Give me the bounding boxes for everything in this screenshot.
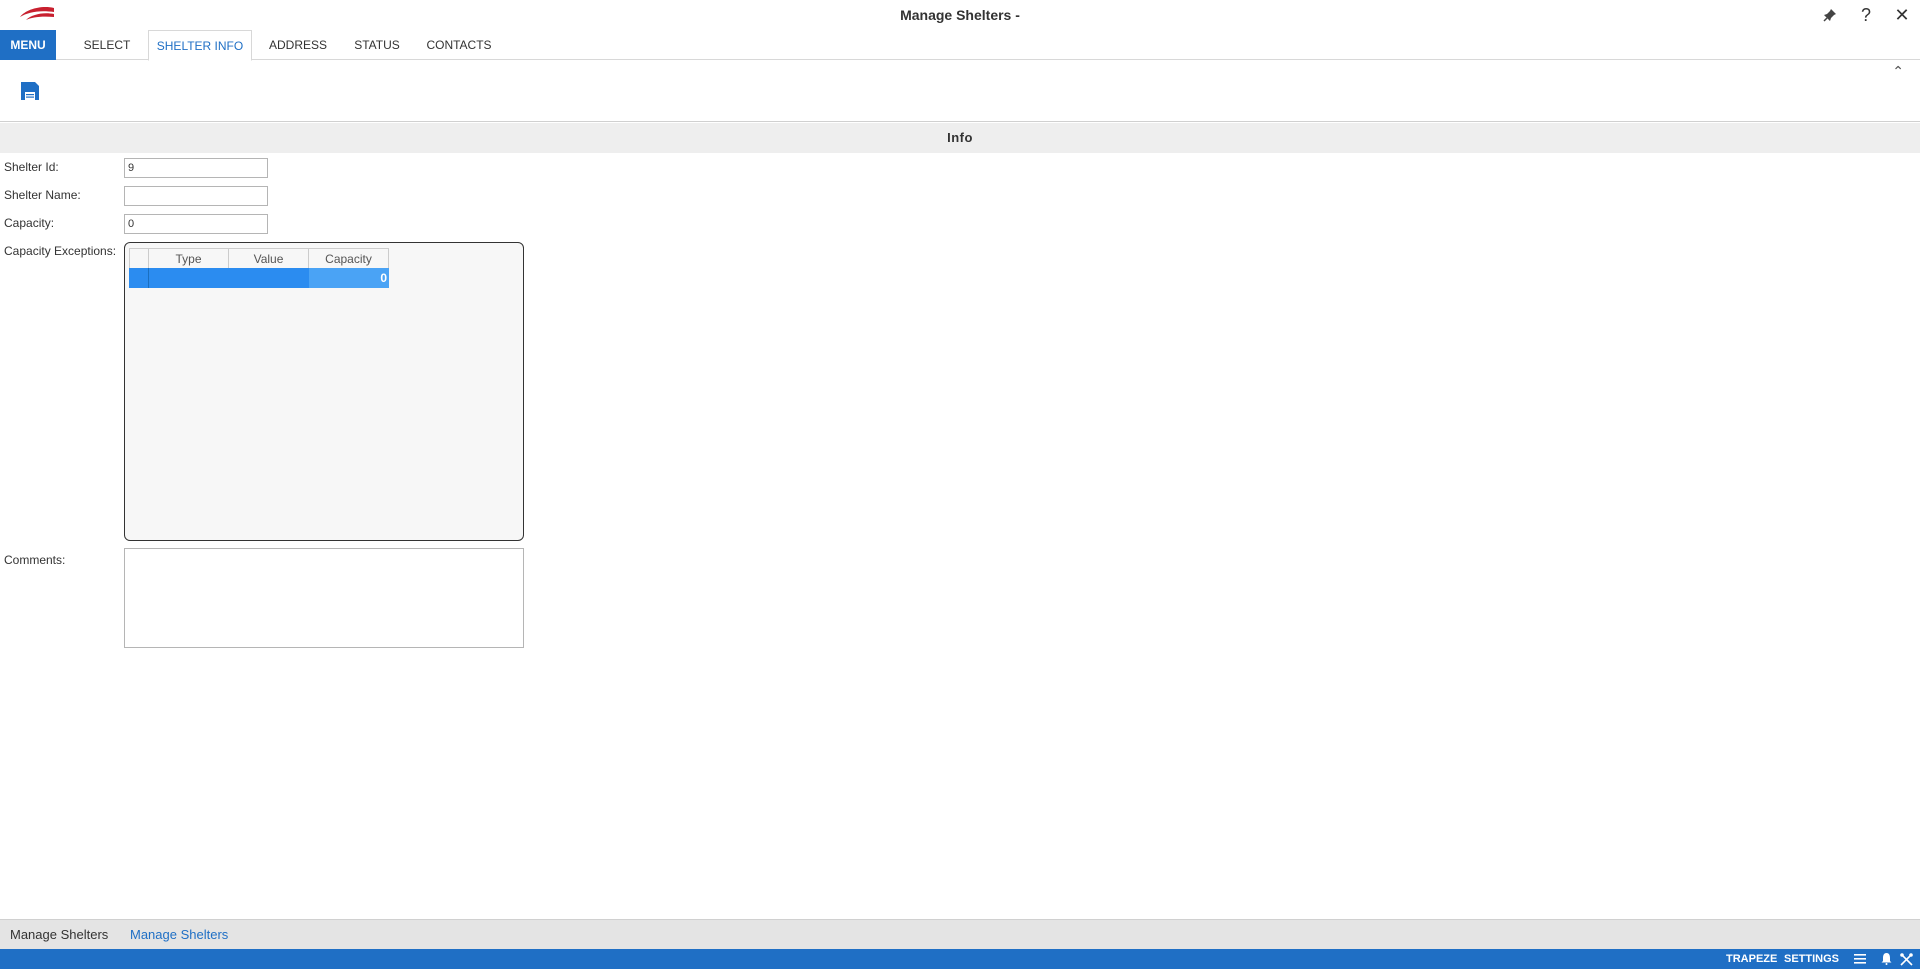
tab-address[interactable]: ADDRESS [258,30,338,60]
shelter-id-input[interactable] [124,158,268,178]
capacity-exceptions-label: Capacity Exceptions: [4,244,117,258]
toolbar: ⌃ [0,61,1920,122]
grid-header: Type Value Capacity [129,248,389,269]
comments-label: Comments: [4,553,66,567]
comments-field[interactable] [124,548,524,648]
tab-bar: MENU SELECT SHELTER INFO ADDRESS STATUS … [0,30,1920,61]
capacity-input[interactable] [124,214,268,234]
close-icon[interactable]: ✕ [1892,4,1912,26]
pin-icon[interactable] [1820,4,1840,26]
menu-button[interactable]: MENU [0,30,56,60]
settings-link[interactable]: SETTINGS [1784,949,1839,969]
shelter-id-label: Shelter Id: [4,160,59,174]
cell-value[interactable] [229,268,309,288]
bottom-tab-bar: Manage Shelters Manage Shelters [0,919,1920,949]
capacity-exceptions-grid[interactable]: Type Value Capacity 0 [124,242,524,541]
collapse-icon[interactable]: ⌃ [1892,63,1904,80]
grid-header-value[interactable]: Value [229,249,309,269]
bottom-tab-manage-shelters-2[interactable]: Manage Shelters [130,920,228,950]
shelter-name-label: Shelter Name: [4,188,81,202]
window-title: Manage Shelters - [900,7,1020,23]
bottom-tab-manage-shelters-1[interactable]: Manage Shelters [10,920,108,950]
cell-type[interactable] [149,268,229,288]
grid-header-capacity[interactable]: Capacity [309,249,389,269]
shelter-name-input[interactable] [124,186,268,206]
row-selector[interactable] [129,268,149,288]
tools-icon[interactable] [1898,949,1914,969]
cell-capacity[interactable]: 0 [309,268,389,288]
grid-row-selector-header [129,249,149,269]
capacity-label: Capacity: [4,216,55,230]
save-icon[interactable] [20,81,40,101]
title-bar: Manage Shelters - ? ✕ [0,0,1920,30]
tab-contacts[interactable]: CONTACTS [420,30,498,60]
tab-select[interactable]: SELECT [72,30,142,60]
grid-header-type[interactable]: Type [149,249,229,269]
section-header-info: Info [0,123,1920,153]
bell-icon[interactable] [1878,949,1894,969]
list-icon[interactable] [1852,949,1868,969]
trapeze-link[interactable]: TRAPEZE [1726,949,1777,969]
table-row[interactable]: 0 [129,268,389,288]
status-bar: TRAPEZE SETTINGS [0,949,1920,969]
help-icon[interactable]: ? [1856,4,1876,26]
tab-status[interactable]: STATUS [344,30,410,60]
tab-shelter-info[interactable]: SHELTER INFO [148,30,252,61]
